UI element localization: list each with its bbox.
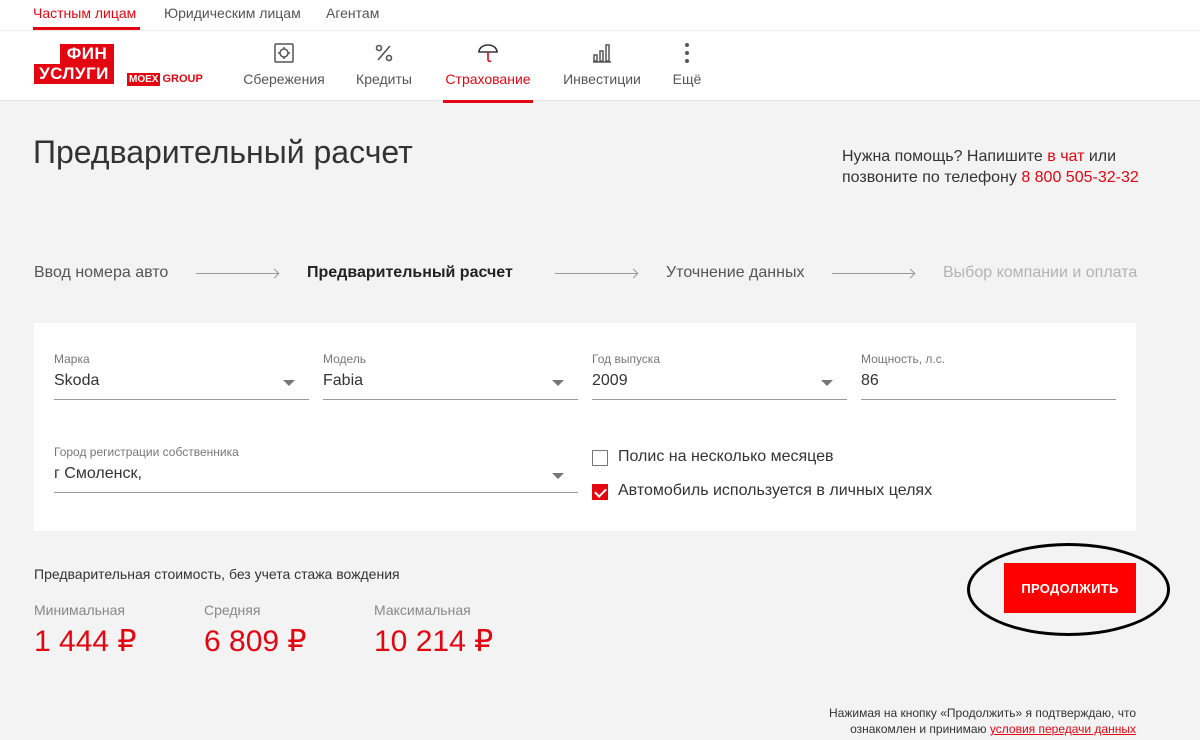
calculation-form: Марка Skoda Модель Fabia Год выпуска 200… bbox=[34, 323, 1136, 531]
progress-stepper: Ввод номера авто Предварительный расчет … bbox=[34, 262, 1144, 286]
power-underline bbox=[861, 399, 1116, 400]
consent-line1: Нажимая на кнопку «Продолжить» я подтвер… bbox=[829, 706, 1136, 720]
nav-label-insurance: Страхование bbox=[445, 71, 531, 87]
data-transfer-terms-link[interactable]: условия передачи данных bbox=[990, 722, 1136, 736]
continue-button[interactable]: ПРОДОЛЖИТЬ bbox=[1004, 563, 1136, 613]
audience-tab-private[interactable]: Частным лицам bbox=[33, 5, 136, 21]
model-underline bbox=[323, 399, 578, 400]
price-max: Максимальная 10 214 ₽ bbox=[374, 602, 493, 658]
step-car-number[interactable]: Ввод номера авто bbox=[34, 264, 168, 282]
nav-label-more: Ещё bbox=[672, 71, 702, 87]
multi-month-checkbox-box[interactable] bbox=[592, 450, 608, 466]
step-arrow-2 bbox=[555, 273, 637, 274]
audience-bar: Частным лицам Юридическим лицам Агентам bbox=[0, 0, 1200, 30]
nav-item-insurance[interactable]: Страхование bbox=[443, 31, 533, 103]
phone-link[interactable]: 8 800 505-32-32 bbox=[1021, 169, 1138, 186]
price-avg-value: 6 809 ₽ bbox=[204, 625, 307, 658]
logo-line2: УСЛУГИ bbox=[34, 64, 114, 84]
nav-label-credits: Кредиты bbox=[356, 71, 412, 87]
multi-month-checkbox[interactable]: Полис на несколько месяцев bbox=[592, 448, 992, 468]
price-avg-label: Средняя bbox=[204, 602, 261, 618]
brand-label: Марка bbox=[54, 352, 90, 366]
year-value: 2009 bbox=[592, 372, 628, 389]
model-label: Модель bbox=[323, 352, 367, 366]
main-header: ФИН УСЛУГИ MOEX GROUP Сбережения Кредиты … bbox=[0, 30, 1200, 103]
nav-item-more[interactable]: Ещё bbox=[668, 31, 706, 102]
step-data-clarification: Уточнение данных bbox=[666, 264, 805, 281]
investments-icon bbox=[593, 44, 611, 63]
page-title: Предварительный расчет bbox=[33, 134, 413, 170]
consent-line2: ознакомлен и принимаю bbox=[850, 722, 990, 736]
multi-month-label: Полис на несколько месяцев bbox=[618, 448, 834, 465]
price-max-value: 10 214 ₽ bbox=[374, 625, 494, 658]
more-vertical-icon bbox=[685, 43, 689, 63]
price-avg: Средняя 6 809 ₽ bbox=[204, 602, 307, 658]
price-min-value: 1 444 ₽ bbox=[34, 625, 137, 658]
percent-icon bbox=[375, 44, 393, 62]
city-select[interactable]: Город регистрации собственника г Смоленс… bbox=[54, 445, 578, 493]
nav-item-savings[interactable]: Сбережения bbox=[240, 31, 328, 102]
model-value: Fabia bbox=[323, 372, 364, 389]
nav-item-credits[interactable]: Кредиты bbox=[352, 31, 416, 102]
chevron-down-icon bbox=[552, 380, 564, 386]
price-caption: Предварительная стоимость, без учета ста… bbox=[34, 566, 400, 582]
city-label: Город регистрации собственника bbox=[54, 445, 239, 459]
moex-group-logo: MOEX GROUP bbox=[127, 73, 203, 86]
power-value: 86 bbox=[861, 372, 879, 389]
brand-value: Skoda bbox=[54, 372, 100, 389]
personal-use-checkbox[interactable]: Автомобиль используется в личных целях bbox=[592, 482, 992, 502]
power-input[interactable]: Мощность, л.с. 86 bbox=[861, 352, 1116, 400]
chat-link[interactable]: в чат bbox=[1047, 148, 1084, 165]
year-underline bbox=[592, 399, 847, 400]
price-max-label: Максимальная bbox=[374, 602, 471, 618]
step-preliminary-calc: Предварительный расчет bbox=[307, 264, 513, 281]
price-min-label: Минимальная bbox=[34, 602, 126, 618]
step-arrow-3 bbox=[832, 273, 914, 274]
nav-active-indicator bbox=[443, 100, 533, 103]
audience-tab-agents[interactable]: Агентам bbox=[326, 5, 379, 21]
personal-use-label: Автомобиль используется в личных целях bbox=[618, 482, 933, 499]
city-value: г Смоленск, bbox=[54, 465, 142, 482]
consent-text: Нажимая на кнопку «Продолжить» я подтвер… bbox=[800, 705, 1136, 737]
moex-text: GROUP bbox=[162, 73, 203, 85]
help-text: Нужна помощь? Напишите в чат или позвони… bbox=[842, 146, 1142, 188]
step-company-payment: Выбор компании и оплата bbox=[943, 264, 1138, 281]
brand-underline bbox=[54, 399, 309, 400]
nav-item-investments[interactable]: Инвестиции bbox=[558, 31, 646, 102]
year-select[interactable]: Год выпуска 2009 bbox=[592, 352, 847, 400]
moex-box: MOEX bbox=[127, 73, 161, 86]
umbrella-icon bbox=[478, 44, 498, 63]
checkmark-icon[interactable] bbox=[592, 484, 608, 500]
savings-icon bbox=[274, 43, 294, 63]
power-label: Мощность, л.с. bbox=[861, 352, 946, 366]
chevron-down-icon bbox=[283, 380, 295, 386]
nav-label-investments: Инвестиции bbox=[563, 71, 641, 87]
price-min: Минимальная 1 444 ₽ bbox=[34, 602, 137, 658]
chevron-down-icon bbox=[552, 473, 564, 479]
year-label: Год выпуска bbox=[592, 352, 660, 366]
help-part1: Нужна помощь? Напишите bbox=[842, 148, 1048, 165]
chevron-down-icon bbox=[821, 380, 833, 386]
model-select[interactable]: Модель Fabia bbox=[323, 352, 578, 400]
audience-tab-business[interactable]: Юридическим лицам bbox=[164, 5, 301, 21]
brand-select[interactable]: Марка Skoda bbox=[54, 352, 309, 400]
logo-line1: ФИН bbox=[60, 44, 114, 64]
nav-label-savings: Сбережения bbox=[243, 71, 325, 87]
step-arrow-1 bbox=[196, 273, 278, 274]
city-underline bbox=[54, 492, 578, 493]
